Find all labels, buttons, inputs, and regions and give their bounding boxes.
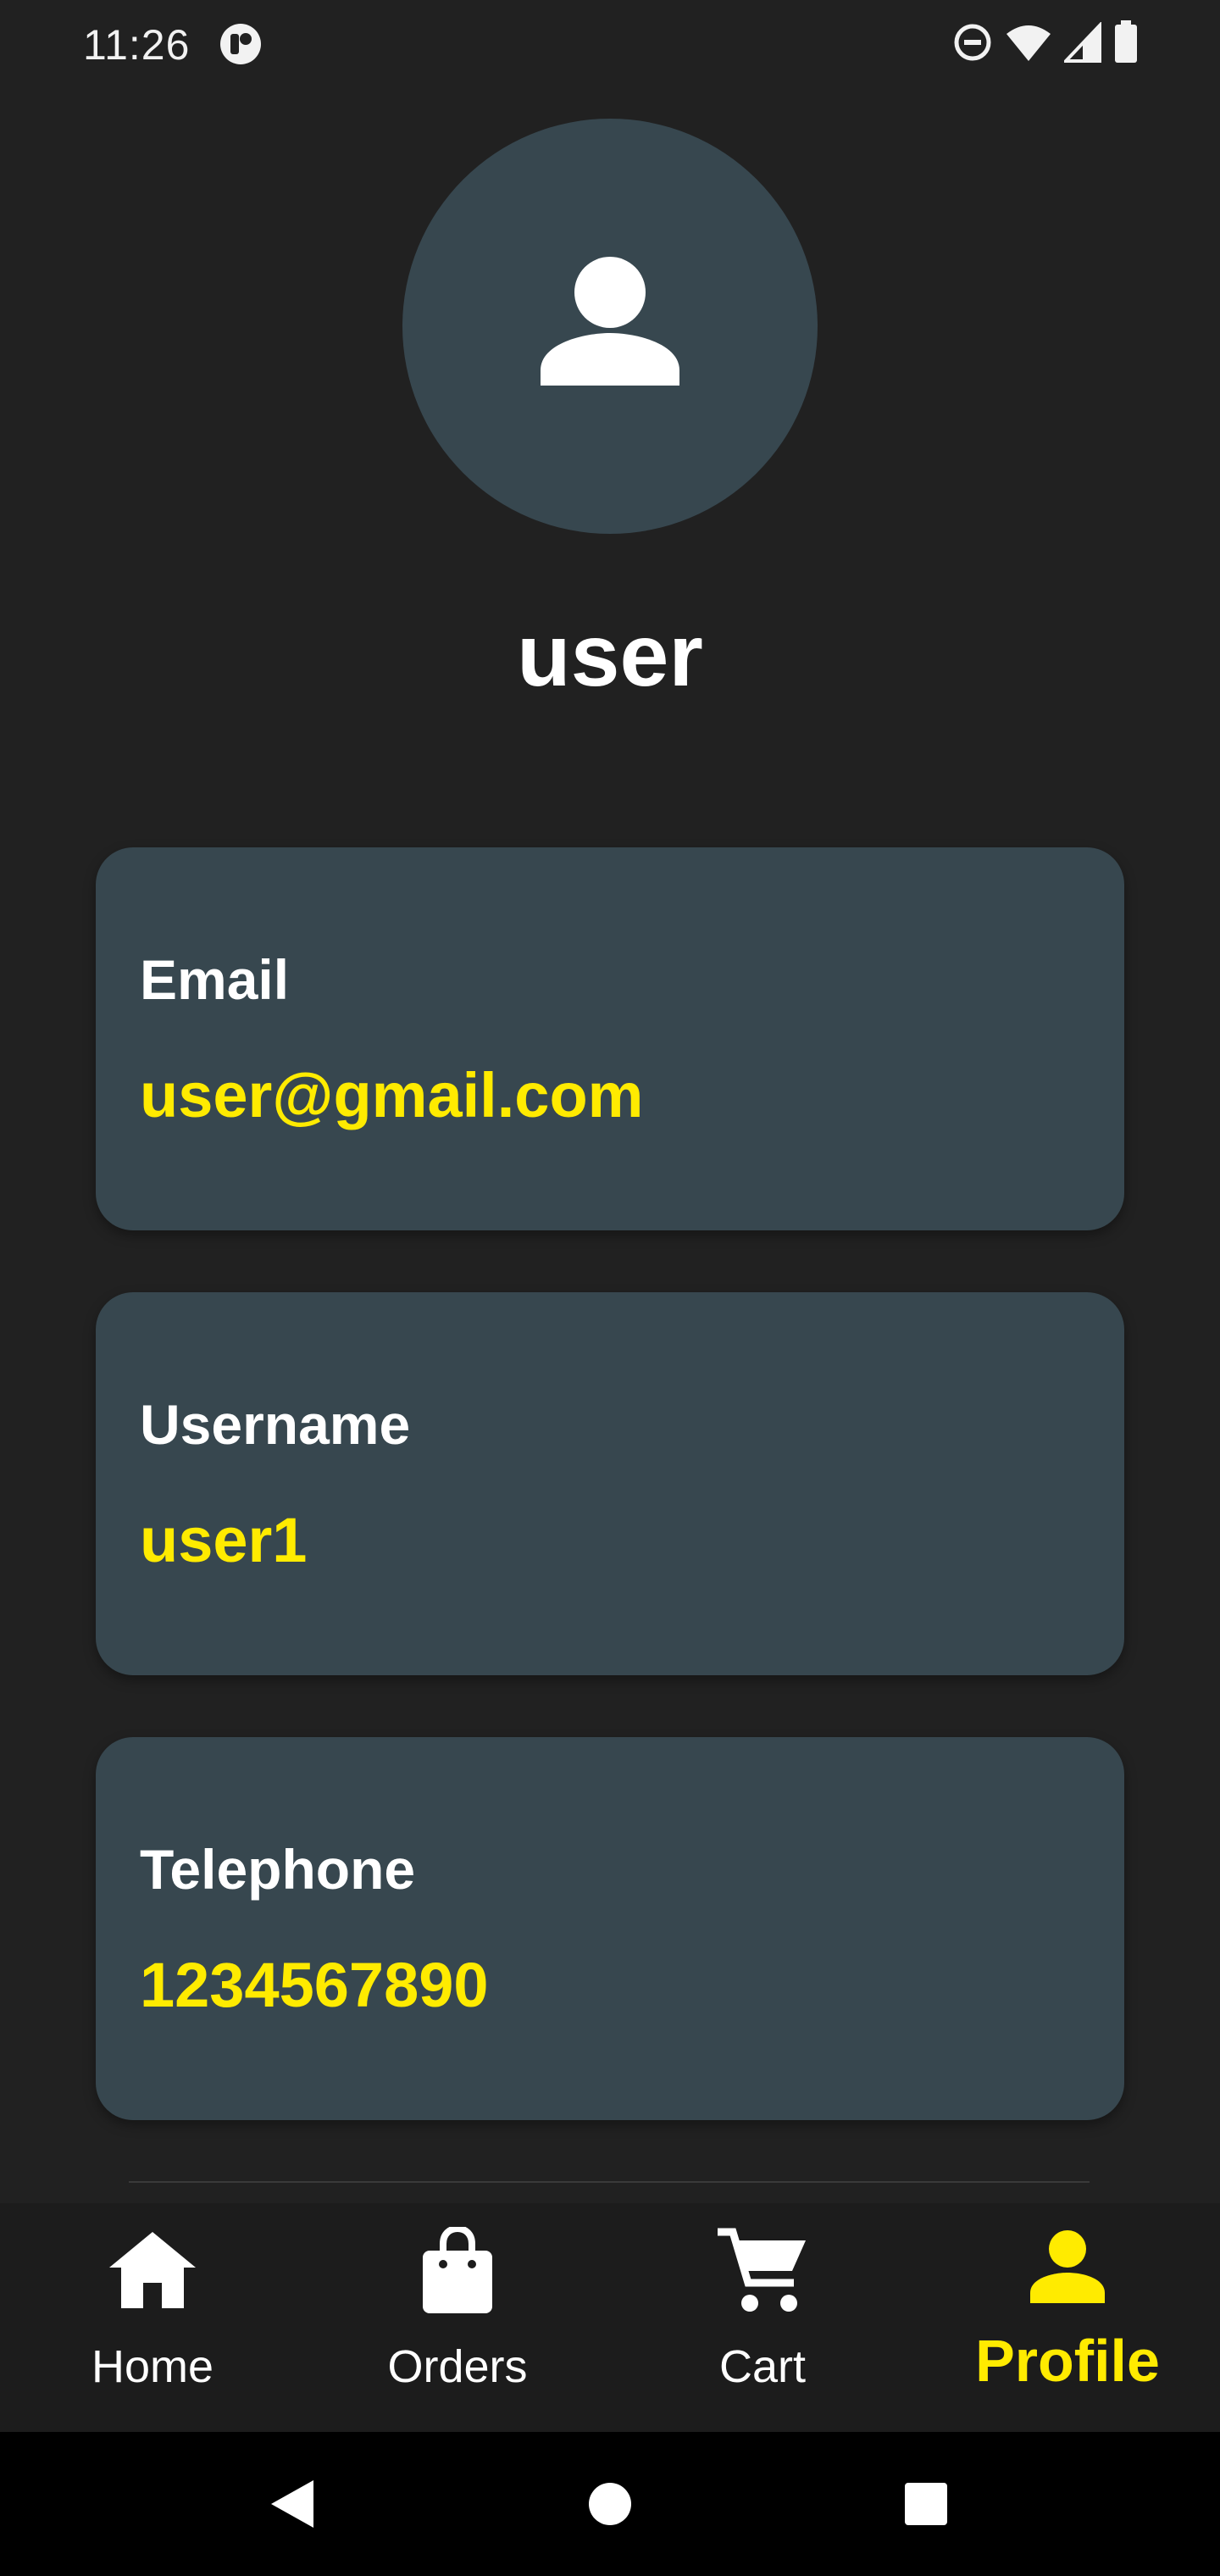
- home-circle-icon: [589, 2483, 631, 2525]
- telephone-label: Telephone: [140, 1838, 416, 1901]
- avatar[interactable]: [402, 119, 818, 534]
- person-icon: [1027, 2227, 1108, 2312]
- system-nav-bar: [0, 2432, 1220, 2576]
- telephone-value: 1234567890: [140, 1950, 489, 2020]
- signal-icon: [1064, 22, 1101, 63]
- telephone-card: Telephone 1234567890: [96, 1737, 1124, 2120]
- app-notification-icon: [219, 22, 263, 66]
- recents-icon: [905, 2483, 947, 2525]
- email-card: Email user@gmail.com: [96, 847, 1124, 1230]
- nav-item-home[interactable]: Home: [0, 2203, 305, 2432]
- email-value: user@gmail.com: [140, 1060, 644, 1130]
- nav-label-orders: Orders: [387, 2341, 528, 2392]
- nav-label-profile: Profile: [975, 2328, 1160, 2394]
- nav-item-cart[interactable]: Cart: [610, 2203, 915, 2432]
- username-value: user1: [140, 1505, 308, 1575]
- bottom-nav: Home Orders Cart Profile: [0, 2203, 1220, 2432]
- wifi-icon: [1005, 22, 1052, 63]
- battery-icon: [1113, 20, 1139, 64]
- email-label: Email: [140, 948, 290, 1011]
- shopping-bag-icon: [419, 2224, 496, 2319]
- person-icon: [541, 257, 679, 386]
- username-card: Username user1: [96, 1292, 1124, 1675]
- home-button[interactable]: [525, 2432, 695, 2576]
- nav-label-cart: Cart: [718, 2341, 806, 2392]
- username-label: Username: [140, 1393, 411, 1456]
- home-icon: [106, 2227, 199, 2316]
- do-not-disturb-icon: [952, 22, 993, 63]
- status-bar: 11:26: [0, 0, 1220, 85]
- back-button[interactable]: [207, 2432, 376, 2576]
- back-icon: [271, 2480, 313, 2528]
- divider: [129, 2181, 1090, 2183]
- status-time: 11:26: [83, 21, 191, 69]
- profile-name: user: [517, 607, 703, 705]
- nav-label-home: Home: [91, 2341, 214, 2392]
- recents-button[interactable]: [841, 2432, 1011, 2576]
- cart-icon: [716, 2227, 809, 2319]
- nav-item-profile[interactable]: Profile: [915, 2203, 1220, 2432]
- nav-item-orders[interactable]: Orders: [305, 2203, 610, 2432]
